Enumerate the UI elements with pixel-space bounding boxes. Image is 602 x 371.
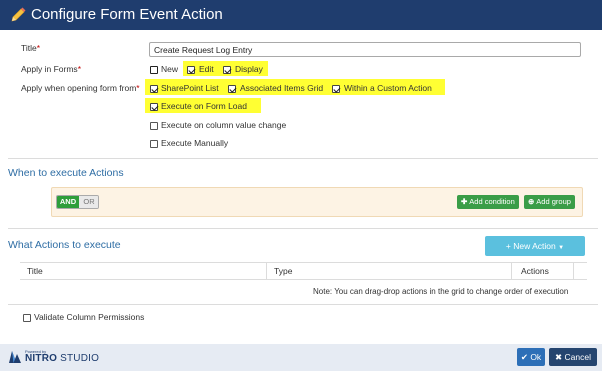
dialog-header: Configure Form Event Action [0,0,602,30]
checkbox-display[interactable] [223,66,231,74]
checkbox-execute-manually[interactable] [150,140,158,148]
option-edit-label: Edit [199,64,214,74]
execute-on-column-change-label: Execute on column value change [161,120,287,130]
pencil-icon [11,7,26,22]
option-new-label: New [161,64,179,74]
checkbox-new[interactable] [150,66,158,74]
and-or-toggle[interactable]: AND OR [56,195,99,209]
execute-manually-label: Execute Manually [161,138,229,148]
checkbox-sharepoint-list[interactable] [150,85,158,93]
option-sharepoint-list-label: SharePoint List [161,83,219,93]
checkbox-execute-on-form-load[interactable] [150,103,158,111]
plus-icon: ✚ [461,197,468,206]
dialog-title: Configure Form Event Action [31,6,223,23]
actions-section-title: What Actions to execute [8,239,121,251]
caret-down-icon: ▼ [558,245,565,251]
checkbox-associated-items-grid[interactable] [228,85,236,93]
ok-button[interactable]: ✔ Ok [517,348,545,366]
checkbox-edit[interactable] [187,66,195,74]
check-icon: ✔ [520,352,528,362]
when-section-title: When to execute Actions [8,167,124,179]
checkbox-execute-on-column-change[interactable] [150,122,158,130]
close-icon: ✖ [555,352,563,362]
column-header-title[interactable]: Title [20,263,43,279]
or-option[interactable]: OR [79,196,98,208]
new-action-button[interactable]: + New Action ▼ [485,236,585,256]
add-condition-button[interactable]: ✚ Add condition [457,195,519,209]
nitro-logo-icon [9,351,21,363]
divider [8,228,598,229]
add-group-button[interactable]: ⊕ Add group [524,195,575,209]
drag-drop-note: Note: You can drag-drop actions in the g… [313,287,569,296]
apply-opening-label: Apply when opening form from* [21,83,140,93]
option-associated-items-grid-label: Associated Items Grid [240,83,324,93]
title-input[interactable] [149,42,581,57]
column-header-type[interactable]: Type [267,263,292,279]
option-display-label: Display [235,64,263,74]
execute-on-form-load-label: Execute on Form Load [161,101,247,111]
checkbox-within-custom-action[interactable] [332,85,340,93]
nitro-studio-brand: NITRO STUDIO [25,353,100,364]
divider [8,158,598,159]
column-separator [511,263,512,279]
column-header-actions[interactable]: Actions [514,263,549,279]
and-option[interactable]: AND [57,196,79,208]
cancel-button[interactable]: ✖ Cancel [549,348,597,366]
checkbox-validate-permissions[interactable] [23,314,31,322]
plus-circle-icon: ⊕ [528,197,535,206]
actions-grid-header: Title Type Actions [20,262,587,280]
column-separator [573,263,574,279]
divider [8,304,598,305]
title-label: Title* [21,43,41,53]
option-within-custom-action-label: Within a Custom Action [344,83,432,93]
validate-permissions-label: Validate Column Permissions [34,312,145,322]
apply-forms-label: Apply in Forms* [21,64,81,74]
